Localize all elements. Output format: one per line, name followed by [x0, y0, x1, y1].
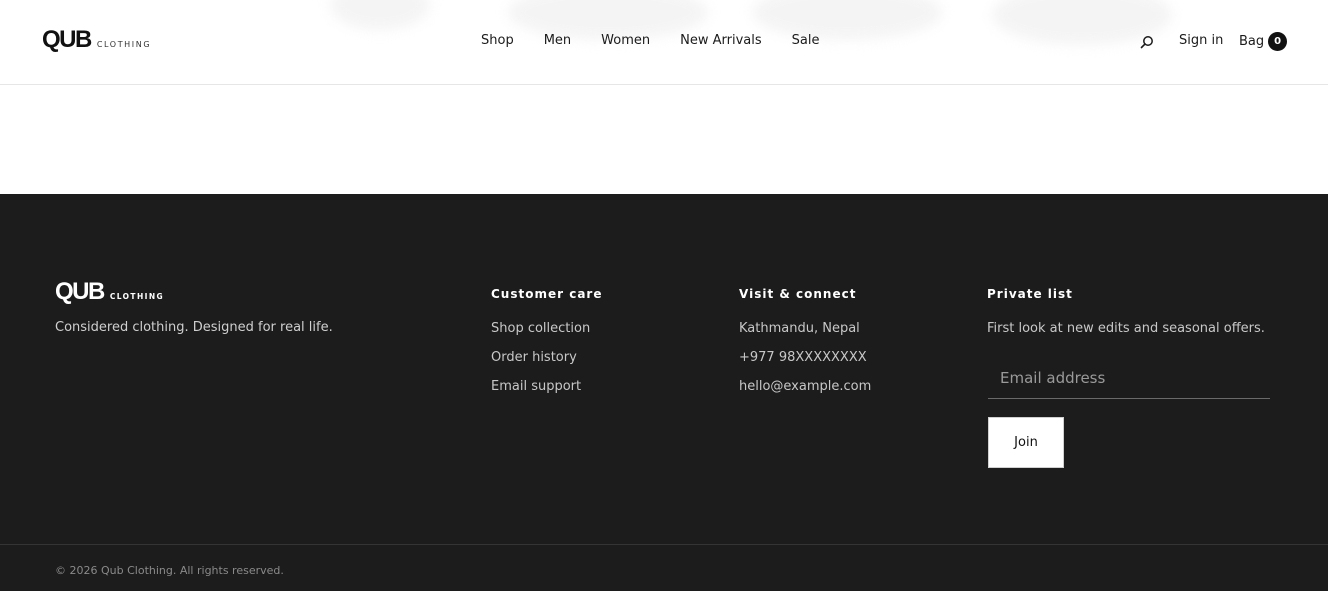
- search-icon[interactable]: [1139, 34, 1155, 50]
- customer-care-heading: Customer care: [491, 287, 603, 301]
- footer-logo-subtitle: CLOTHING: [109, 292, 165, 301]
- copyright-text: © 2026 Qub Clothing. All rights reserved…: [55, 564, 284, 577]
- nav-new-arrivals[interactable]: New Arrivals: [680, 32, 762, 49]
- logo-mark: QUB: [42, 26, 92, 53]
- bag-button[interactable]: Bag 0: [1239, 32, 1288, 51]
- footer-tagline: Considered clothing. Designed for real l…: [55, 320, 333, 335]
- private-list-column: Private list First look at new edits and…: [987, 287, 1265, 337]
- nav-sale[interactable]: Sale: [792, 32, 820, 49]
- bag-count-badge: 0: [1268, 32, 1288, 51]
- join-button[interactable]: Join: [988, 417, 1064, 468]
- link-order-history[interactable]: Order history: [491, 349, 602, 366]
- location-text: Kathmandu, Nepal: [739, 321, 860, 336]
- link-email-support[interactable]: Email support: [491, 378, 602, 395]
- customer-care-column: Customer care Shop collection Order hist…: [491, 287, 602, 407]
- nav-shop[interactable]: Shop: [481, 32, 514, 49]
- footer-divider: [0, 544, 1328, 545]
- email-input[interactable]: [988, 357, 1270, 399]
- footer-logo-mark: QUB: [55, 278, 105, 305]
- visit-connect-heading: Visit & connect: [739, 287, 857, 301]
- link-shop-collection[interactable]: Shop collection: [491, 320, 602, 337]
- bag-label: Bag: [1239, 34, 1265, 49]
- footer-logo-link[interactable]: QUB CLOTHING: [55, 280, 164, 304]
- nav-men[interactable]: Men: [544, 32, 571, 49]
- logo-link[interactable]: QUB CLOTHING: [42, 28, 151, 52]
- phone-link[interactable]: +977 98XXXXXXXX: [739, 349, 871, 366]
- private-list-description: First look at new edits and seasonal off…: [987, 321, 1265, 336]
- private-list-heading: Private list: [987, 287, 1073, 301]
- site-footer: QUB CLOTHING Considered clothing. Design…: [0, 194, 1328, 591]
- background-blur-shape: [330, 0, 430, 30]
- email-link[interactable]: hello@example.com: [739, 378, 871, 395]
- logo-subtitle: CLOTHING: [96, 40, 152, 49]
- nav-women[interactable]: Women: [601, 32, 650, 49]
- visit-connect-column: Visit & connect Kathmandu, Nepal +977 98…: [739, 287, 871, 407]
- sign-in-link[interactable]: Sign in: [1179, 32, 1223, 49]
- main-nav: Shop Men Women New Arrivals Sale: [481, 32, 819, 49]
- site-header: QUB CLOTHING Shop Men Women New Arrivals…: [0, 0, 1328, 85]
